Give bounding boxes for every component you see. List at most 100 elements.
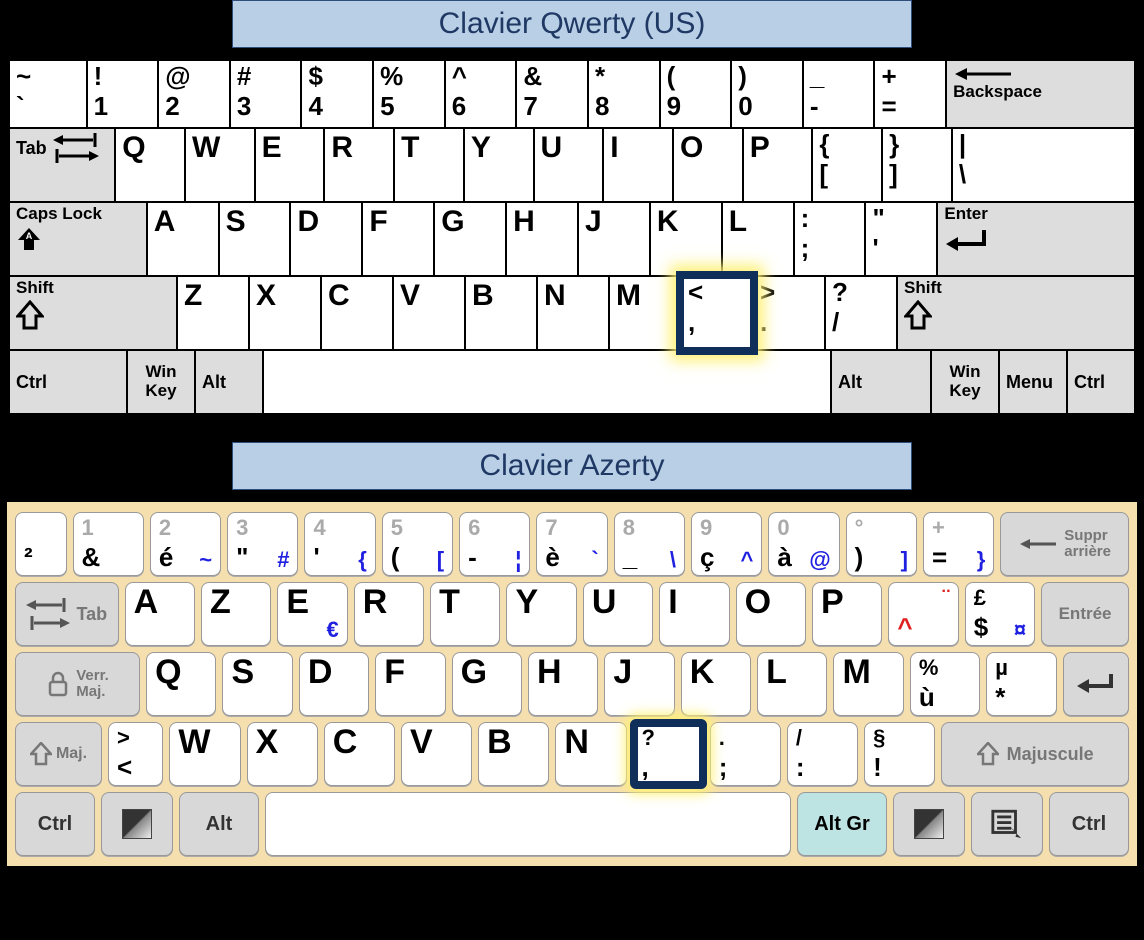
key-a-comma[interactable]: ?, — [633, 722, 704, 786]
enter-key[interactable]: Enter — [937, 202, 1135, 276]
key-a4[interactable]: 4'{ — [304, 512, 375, 576]
shift-left-key[interactable]: Shift — [9, 276, 177, 350]
key-a-percent[interactable]: %ù — [910, 652, 980, 716]
key-a6[interactable]: 6-¦ — [459, 512, 530, 576]
key-a-excl[interactable]: §! — [864, 722, 935, 786]
key-i[interactable]: I — [603, 128, 673, 202]
key-u[interactable]: U — [534, 128, 604, 202]
key-ad[interactable]: D — [299, 652, 369, 716]
key-s[interactable]: S — [219, 202, 291, 276]
menu-key[interactable]: Menu — [999, 350, 1067, 414]
key-d[interactable]: D — [290, 202, 362, 276]
key-am[interactable]: M — [833, 652, 903, 716]
key-6[interactable]: ^6 — [445, 60, 517, 128]
key-a-colon[interactable]: /: — [787, 722, 858, 786]
key-ac[interactable]: C — [324, 722, 395, 786]
key-comma[interactable]: <, — [681, 276, 753, 350]
alt-left-key[interactable]: Alt — [195, 350, 263, 414]
key-4[interactable]: $4 — [301, 60, 373, 128]
backspace-key[interactable]: Backspace — [946, 60, 1135, 128]
space-key[interactable] — [265, 792, 791, 856]
key-a0[interactable]: 0à@ — [768, 512, 839, 576]
key-w[interactable]: W — [185, 128, 255, 202]
key-f[interactable]: F — [362, 202, 434, 276]
key-z[interactable]: Z — [177, 276, 249, 350]
key-h[interactable]: H — [506, 202, 578, 276]
capslock-key[interactable]: Verr.Maj. — [15, 652, 140, 716]
key-c[interactable]: C — [321, 276, 393, 350]
key-a7[interactable]: 7è` — [536, 512, 607, 576]
key-a-mu[interactable]: µ* — [986, 652, 1056, 716]
enter-key-top[interactable]: Entrée — [1041, 582, 1129, 646]
key-ae[interactable]: E€ — [277, 582, 347, 646]
ctrl-right-key[interactable]: Ctrl — [1067, 350, 1135, 414]
key-a9[interactable]: 9ç^ — [691, 512, 762, 576]
enter-key-bottom[interactable] — [1063, 652, 1129, 716]
key-o[interactable]: O — [673, 128, 743, 202]
key-ai[interactable]: I — [659, 582, 729, 646]
tab-key[interactable]: Tab — [9, 128, 115, 202]
key-ak[interactable]: K — [681, 652, 751, 716]
key-av[interactable]: V — [401, 722, 472, 786]
key-ab[interactable]: B — [478, 722, 549, 786]
key-backslash[interactable]: |\ — [952, 128, 1135, 202]
key-af[interactable]: F — [375, 652, 445, 716]
altgr-key[interactable]: Alt Gr — [797, 792, 887, 856]
key-a-ltgt[interactable]: >< — [108, 722, 163, 786]
key-j[interactable]: J — [578, 202, 650, 276]
key-aj[interactable]: J — [604, 652, 674, 716]
key-n[interactable]: N — [537, 276, 609, 350]
win-right-key[interactable]: Win Key — [931, 350, 999, 414]
key-a5[interactable]: 5([ — [382, 512, 453, 576]
ctrl-left-key[interactable]: Ctrl — [9, 350, 127, 414]
key-a-dollar[interactable]: £$¤ — [965, 582, 1035, 646]
key-az[interactable]: Z — [201, 582, 271, 646]
key-period[interactable]: >. — [753, 276, 825, 350]
space-key[interactable] — [263, 350, 831, 414]
key-b[interactable]: B — [465, 276, 537, 350]
tab-key[interactable]: Tab — [15, 582, 119, 646]
shift-left-key[interactable]: Maj. — [15, 722, 102, 786]
key-9[interactable]: (9 — [660, 60, 732, 128]
key-bracket-open[interactable]: {[ — [812, 128, 882, 202]
key-m[interactable]: M — [609, 276, 681, 350]
key-a1[interactable]: 1& — [73, 512, 144, 576]
key-quote[interactable]: "' — [865, 202, 937, 276]
key-aw[interactable]: W — [169, 722, 240, 786]
key-ay[interactable]: Y — [506, 582, 576, 646]
key-ao[interactable]: O — [736, 582, 806, 646]
key-a2[interactable]: 2é~ — [150, 512, 221, 576]
key-an[interactable]: N — [555, 722, 626, 786]
key-p[interactable]: P — [743, 128, 813, 202]
ctrl-right-key[interactable]: Ctrl — [1049, 792, 1129, 856]
key-3[interactable]: #3 — [230, 60, 302, 128]
key-v[interactable]: V — [393, 276, 465, 350]
key-as[interactable]: S — [222, 652, 292, 716]
key-a3[interactable]: 3"# — [227, 512, 298, 576]
win-left-key[interactable] — [101, 792, 173, 856]
alt-right-key[interactable]: Alt — [831, 350, 931, 414]
key-k[interactable]: K — [650, 202, 722, 276]
key-8[interactable]: *8 — [588, 60, 660, 128]
key-2[interactable]: @2 — [158, 60, 230, 128]
key-aa[interactable]: A — [125, 582, 195, 646]
key-ar[interactable]: R — [354, 582, 424, 646]
key-a-paren[interactable]: °)] — [846, 512, 917, 576]
key-aq[interactable]: Q — [146, 652, 216, 716]
key-a-circ[interactable]: ^¨ — [888, 582, 958, 646]
key-equals[interactable]: += — [874, 60, 946, 128]
key-q[interactable]: Q — [115, 128, 185, 202]
win-left-key[interactable]: Win Key — [127, 350, 195, 414]
key-a-equals[interactable]: +=} — [923, 512, 994, 576]
key-au[interactable]: U — [583, 582, 653, 646]
key-7[interactable]: &7 — [516, 60, 588, 128]
key-5[interactable]: %5 — [373, 60, 445, 128]
key-x[interactable]: X — [249, 276, 321, 350]
key-a8[interactable]: 8_\ — [614, 512, 685, 576]
key-minus[interactable]: _- — [803, 60, 875, 128]
key-at[interactable]: T — [430, 582, 500, 646]
key-ap[interactable]: P — [812, 582, 882, 646]
key-slash[interactable]: ?/ — [825, 276, 897, 350]
key-al[interactable]: L — [757, 652, 827, 716]
ctrl-left-key[interactable]: Ctrl — [15, 792, 95, 856]
